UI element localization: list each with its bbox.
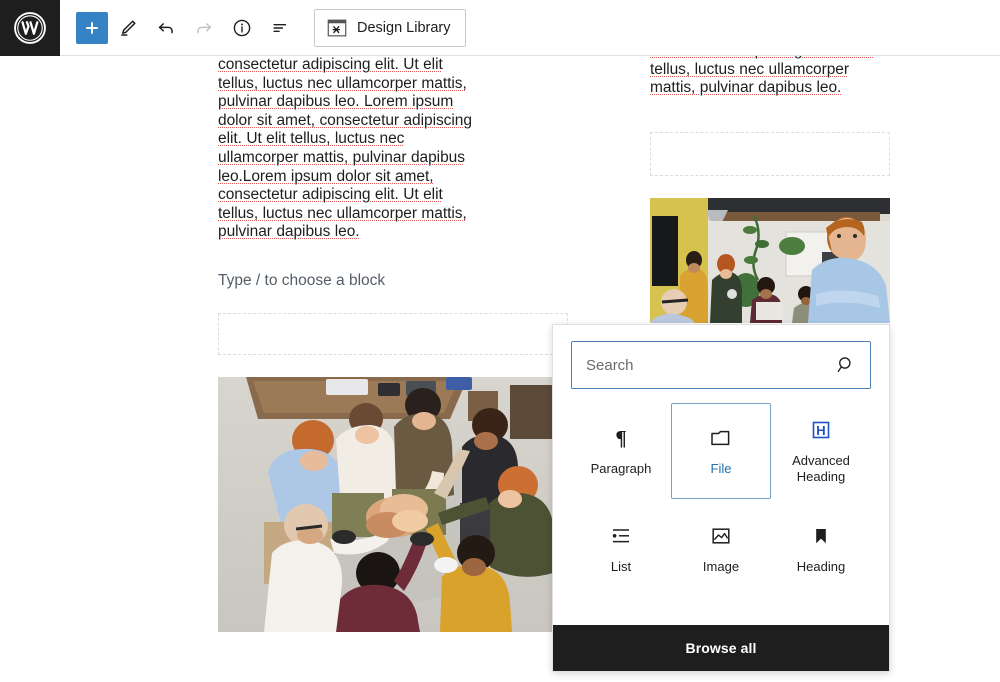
left-column-paragraph[interactable]: consectetur adipiscing elit. Ut elit tel… bbox=[218, 56, 486, 242]
design-library-label: Design Library bbox=[357, 19, 451, 36]
advanced-heading-h-icon: H bbox=[809, 417, 833, 443]
folder-file-icon bbox=[708, 425, 734, 451]
wordpress-block-editor: Design Library consectetur adipiscing el… bbox=[0, 0, 1000, 682]
block-item-image[interactable]: Image bbox=[671, 501, 771, 597]
block-item-paragraph[interactable]: ¶ Paragraph bbox=[571, 403, 671, 499]
list-view-icon bbox=[273, 23, 287, 32]
block-inserter-popover: ¶ Paragraph File bbox=[552, 324, 890, 672]
block-item-label: File bbox=[710, 461, 732, 477]
list-view-button[interactable] bbox=[262, 10, 298, 46]
plus-icon bbox=[86, 21, 98, 34]
pencil-icon bbox=[121, 19, 136, 36]
team-huddle-photo bbox=[218, 376, 553, 632]
column-left: consectetur adipiscing elit. Ut elit tel… bbox=[218, 56, 568, 632]
block-item-label: Advanced Heading bbox=[792, 453, 850, 484]
bookmark-heading-icon bbox=[810, 523, 832, 549]
block-item-label: Heading bbox=[796, 559, 846, 575]
details-button[interactable] bbox=[224, 10, 260, 46]
editor-toolbar: Design Library bbox=[0, 0, 1000, 56]
block-item-file[interactable]: File bbox=[671, 403, 771, 499]
undo-arrow-icon bbox=[158, 22, 173, 33]
pilcrow-paragraph-icon: ¶ bbox=[610, 425, 632, 451]
toolbar-tool-group bbox=[60, 0, 298, 56]
block-item-label: Paragraph bbox=[590, 461, 652, 477]
info-circle-icon bbox=[233, 19, 251, 36]
empty-block-placeholder-right[interactable] bbox=[650, 131, 890, 176]
block-search-field[interactable] bbox=[571, 341, 871, 389]
design-library-icon bbox=[327, 19, 347, 36]
wordpress-logo-button[interactable] bbox=[0, 0, 60, 56]
empty-block-placeholder-left[interactable] bbox=[218, 312, 568, 355]
search-magnifier-icon bbox=[837, 357, 851, 372]
block-search-input[interactable] bbox=[586, 356, 836, 374]
inserter-body: ¶ Paragraph File bbox=[553, 325, 889, 625]
left-column-image[interactable] bbox=[218, 376, 553, 632]
wordpress-logo-icon bbox=[14, 11, 46, 44]
svg-text:¶: ¶ bbox=[615, 426, 626, 450]
block-item-label: Image bbox=[702, 559, 740, 575]
block-type-grid: ¶ Paragraph File H Advanced Heading List… bbox=[571, 403, 871, 597]
block-item-heading[interactable]: Heading bbox=[771, 501, 871, 597]
edit-tool-button[interactable] bbox=[110, 10, 146, 46]
right-column-image[interactable] bbox=[650, 197, 890, 323]
redo-button[interactable] bbox=[186, 10, 222, 46]
block-item-list[interactable]: List bbox=[571, 501, 671, 597]
bulleted-list-icon bbox=[609, 523, 633, 549]
empty-block-prompt[interactable]: Type / to choose a block bbox=[218, 272, 486, 290]
design-library-button[interactable]: Design Library bbox=[314, 8, 466, 47]
block-item-advanced-heading[interactable]: H Advanced Heading bbox=[771, 403, 871, 499]
right-column-paragraph[interactable]: consectetur adipiscing elit. Ut elit tel… bbox=[650, 56, 890, 98]
add-block-button[interactable] bbox=[76, 11, 108, 44]
undo-button[interactable] bbox=[148, 10, 184, 46]
svg-text:H: H bbox=[816, 423, 825, 438]
redo-arrow-icon bbox=[197, 22, 212, 33]
block-item-label: List bbox=[610, 559, 632, 575]
office-meeting-photo bbox=[650, 197, 890, 323]
browse-all-button[interactable]: Browse all bbox=[553, 625, 889, 671]
image-picture-icon bbox=[709, 523, 733, 549]
